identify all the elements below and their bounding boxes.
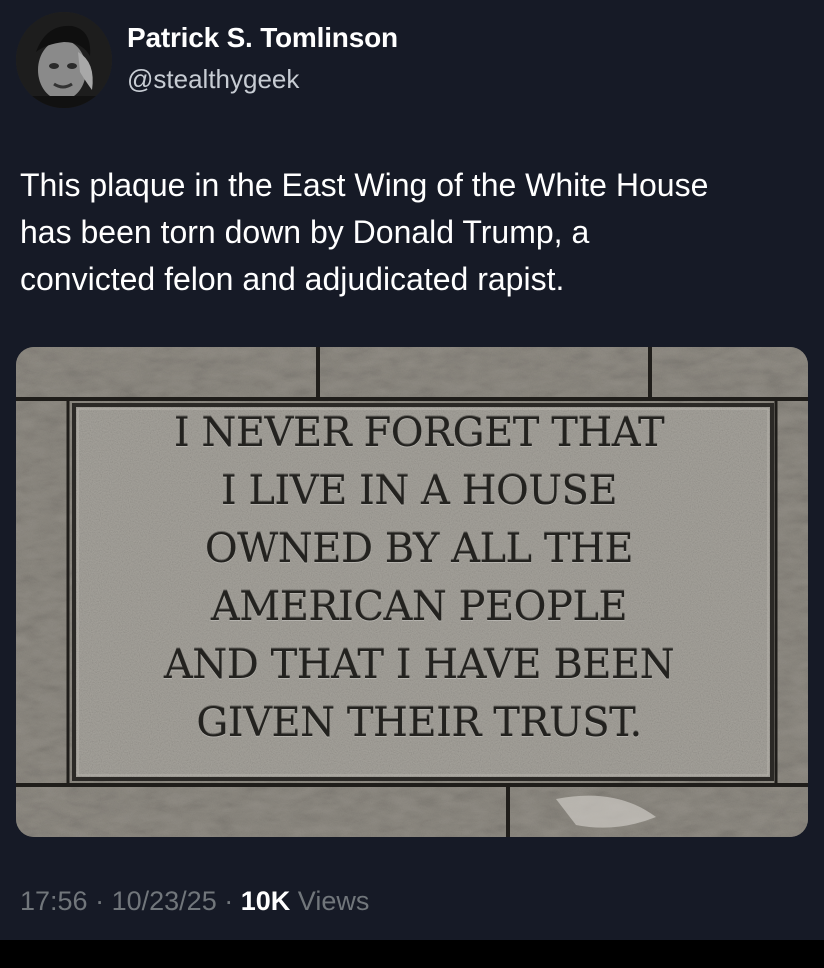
views-count: 10K (240, 886, 291, 916)
tweet-text: This plaque in the East Wing of the Whit… (20, 167, 709, 297)
tweet-time[interactable]: 17:56 (20, 886, 88, 916)
author-avatar[interactable] (16, 12, 112, 108)
author-handle[interactable]: @stealthygeek (127, 64, 299, 95)
plaque-line: GIVEN THEIR TRUST. (196, 700, 642, 746)
tweet-card: Patrick S. Tomlinson @stealthygeek This … (0, 0, 824, 940)
tweet-date[interactable]: 10/23/25 (112, 886, 217, 916)
plaque-line: AND THAT I HAVE BEEN (163, 642, 675, 688)
plaque-line: OWNED BY ALL THE (204, 526, 634, 572)
plaque-line: I NEVER FORGET THAT (173, 410, 665, 456)
plaque-line: AMERICAN PEOPLE (210, 584, 628, 630)
views-label: Views (297, 886, 370, 916)
plaque-inscription: I NEVER FORGET THAT I LIVE IN A HOUSE OW… (62, 404, 776, 752)
plaque-line: I LIVE IN A HOUSE (220, 468, 618, 514)
avatar-image (16, 12, 112, 108)
meta-separator: · (95, 886, 105, 916)
author-display-name[interactable]: Patrick S. Tomlinson (127, 22, 398, 54)
tweet-metadata: 17:56 · 10/23/25 · 10K Views (20, 886, 369, 917)
bottom-bar (0, 940, 824, 968)
meta-separator: · (224, 886, 234, 916)
